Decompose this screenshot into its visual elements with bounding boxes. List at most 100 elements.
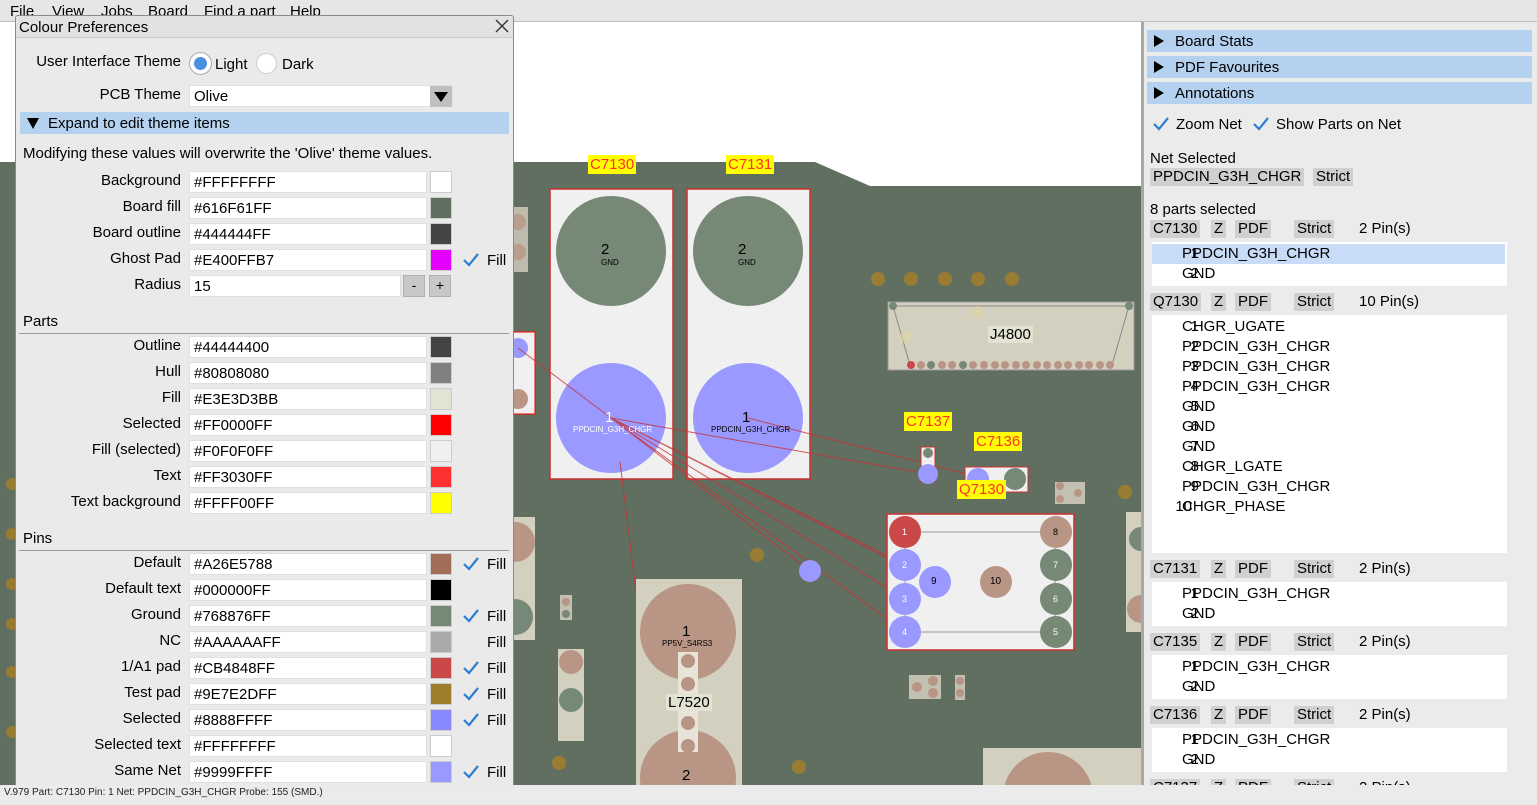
part-strict-button[interactable]: Strict bbox=[1294, 293, 1335, 311]
part-label-c7130[interactable]: C7130 bbox=[588, 155, 637, 174]
part-zoom-button[interactable]: Z bbox=[1211, 560, 1227, 578]
zoom-net-checkbox[interactable] bbox=[1150, 113, 1172, 135]
pin-row[interactable]: 2 GND bbox=[1152, 677, 1505, 697]
color-value-text-background[interactable]: #FFFF00FF bbox=[189, 492, 427, 514]
pin-row[interactable]: 6 GND bbox=[1152, 417, 1505, 437]
color-value-same-net[interactable]: #9999FFFF bbox=[189, 761, 427, 783]
fill-checkbox-ground[interactable] bbox=[460, 605, 482, 627]
part-name-tag[interactable]: C7130 bbox=[1150, 220, 1201, 238]
color-value-board-outline[interactable]: #444444FF bbox=[189, 223, 427, 245]
color-swatch-default[interactable] bbox=[430, 553, 452, 575]
part-name-tag[interactable]: C7131 bbox=[1150, 560, 1201, 578]
net-name-tag[interactable]: PPDCIN_G3H_CHGR bbox=[1150, 168, 1305, 186]
pin-row[interactable]: 2 GND bbox=[1152, 750, 1505, 770]
part-label-c7131[interactable]: C7131 bbox=[726, 155, 775, 174]
color-value-default-text[interactable]: #000000FF bbox=[189, 579, 427, 601]
expand-theme-items[interactable]: Expand to edit theme items bbox=[20, 112, 509, 134]
color-swatch-text[interactable] bbox=[430, 466, 452, 488]
part-strict-button[interactable]: Strict bbox=[1294, 220, 1335, 238]
part-zoom-button[interactable]: Z bbox=[1211, 706, 1227, 724]
part-zoom-button[interactable]: Z bbox=[1211, 633, 1227, 651]
section-board-stats[interactable]: Board Stats bbox=[1147, 30, 1532, 52]
fill-checkbox-test-pad[interactable] bbox=[460, 683, 482, 705]
color-swatch-1-a1-pad[interactable] bbox=[430, 657, 452, 679]
fill-checkbox-same-net[interactable] bbox=[460, 761, 482, 783]
pin-row[interactable]: 3 PPDCIN_G3H_CHGR bbox=[1152, 357, 1505, 377]
fill-checkbox-1-a1-pad[interactable] bbox=[460, 657, 482, 679]
color-swatch-text-background[interactable] bbox=[430, 492, 452, 514]
color-swatch-fill-selected-[interactable] bbox=[430, 440, 452, 462]
chevron-down-icon[interactable] bbox=[430, 86, 452, 107]
part-pdf-button[interactable]: PDF bbox=[1235, 220, 1271, 238]
section-pdf-favourites[interactable]: PDF Favourites bbox=[1147, 56, 1532, 78]
pin-row[interactable]: 1 PPDCIN_G3H_CHGR bbox=[1152, 657, 1505, 677]
part-zoom-button[interactable]: Z bbox=[1211, 220, 1227, 238]
pin-row[interactable]: 2 GND bbox=[1152, 604, 1505, 624]
color-value-default[interactable]: #A26E5788 bbox=[189, 553, 427, 575]
color-value-nc[interactable]: #AAAAAAFF bbox=[189, 631, 427, 653]
pin-row[interactable]: 1 PPDCIN_G3H_CHGR bbox=[1152, 244, 1505, 264]
part-name-tag[interactable]: C7136 bbox=[1150, 706, 1201, 724]
part-strict-button[interactable]: Strict bbox=[1294, 706, 1335, 724]
fill-checkbox-selected[interactable] bbox=[460, 709, 482, 731]
part-label-c7137[interactable]: C7137 bbox=[904, 412, 953, 431]
net-strict-button[interactable]: Strict bbox=[1313, 168, 1354, 186]
pcb-theme-select[interactable]: Olive bbox=[189, 85, 453, 107]
part-strict-button[interactable]: Strict bbox=[1294, 633, 1335, 651]
part-strict-button[interactable]: Strict bbox=[1294, 560, 1335, 578]
color-value-1-a1-pad[interactable]: #CB4848FF bbox=[189, 657, 427, 679]
color-swatch-outline[interactable] bbox=[430, 336, 452, 358]
color-swatch-selected[interactable] bbox=[430, 709, 452, 731]
part-label-j4800[interactable]: J4800 bbox=[988, 326, 1033, 343]
part-pdf-button[interactable]: PDF bbox=[1235, 633, 1271, 651]
pin-row[interactable]: 10 CHGR_PHASE bbox=[1152, 497, 1505, 517]
color-swatch-board-outline[interactable] bbox=[430, 223, 452, 245]
color-swatch-same-net[interactable] bbox=[430, 761, 452, 783]
part-pdf-button[interactable]: PDF bbox=[1235, 560, 1271, 578]
color-value-background[interactable]: #FFFFFFFF bbox=[189, 171, 427, 193]
part-label-c7136[interactable]: C7136 bbox=[974, 432, 1023, 451]
color-swatch-nc[interactable] bbox=[430, 631, 452, 653]
fill-checkbox-nc[interactable] bbox=[460, 631, 482, 653]
color-swatch-fill[interactable] bbox=[430, 388, 452, 410]
color-value-fill-selected-[interactable]: #F0F0F0FF bbox=[189, 440, 427, 462]
radius-input[interactable]: 15 bbox=[189, 275, 401, 297]
color-value-selected-text[interactable]: #FFFFFFFF bbox=[189, 735, 427, 757]
pin-row[interactable]: 1 CHGR_UGATE bbox=[1152, 317, 1505, 337]
color-value-selected[interactable]: #FF0000FF bbox=[189, 414, 427, 436]
part-label-q7130[interactable]: Q7130 bbox=[957, 480, 1007, 499]
theme-dark-radio[interactable] bbox=[256, 53, 277, 74]
pin-row[interactable]: 8 CHGR_LGATE bbox=[1152, 457, 1505, 477]
pin-row[interactable]: 9 PPDCIN_G3H_CHGR bbox=[1152, 477, 1505, 497]
part-name-tag[interactable]: C7135 bbox=[1150, 633, 1201, 651]
color-value-fill[interactable]: #E3E3D3BB bbox=[189, 388, 427, 410]
radius-decrement-button[interactable]: - bbox=[403, 275, 425, 297]
part-label-l7520[interactable]: L7520 bbox=[666, 694, 712, 711]
color-value-selected[interactable]: #8888FFFF bbox=[189, 709, 427, 731]
pin-row[interactable]: 4 PPDCIN_G3H_CHGR bbox=[1152, 377, 1505, 397]
part-name-tag[interactable]: Q7130 bbox=[1150, 293, 1202, 311]
color-swatch-selected[interactable] bbox=[430, 414, 452, 436]
pin-row[interactable]: 2 GND bbox=[1152, 264, 1505, 284]
color-swatch-test-pad[interactable] bbox=[430, 683, 452, 705]
color-swatch-selected-text[interactable] bbox=[430, 735, 452, 757]
part-pdf-button[interactable]: PDF bbox=[1235, 706, 1271, 724]
section-annotations[interactable]: Annotations bbox=[1147, 82, 1532, 104]
color-value-test-pad[interactable]: #9E7E2DFF bbox=[189, 683, 427, 705]
pin-row[interactable]: 2 PPDCIN_G3H_CHGR bbox=[1152, 337, 1505, 357]
part-pdf-button[interactable]: PDF bbox=[1235, 293, 1271, 311]
radius-increment-button[interactable]: + bbox=[429, 275, 451, 297]
part-zoom-button[interactable]: Z bbox=[1211, 293, 1227, 311]
color-swatch-ghost-pad[interactable] bbox=[430, 249, 452, 271]
close-icon[interactable] bbox=[494, 18, 510, 34]
pin-row[interactable]: 1 PPDCIN_G3H_CHGR bbox=[1152, 730, 1505, 750]
color-value-ground[interactable]: #768876FF bbox=[189, 605, 427, 627]
pin-row[interactable]: 5 GND bbox=[1152, 397, 1505, 417]
color-value-text[interactable]: #FF3030FF bbox=[189, 466, 427, 488]
color-value-hull[interactable]: #80808080 bbox=[189, 362, 427, 384]
theme-light-radio[interactable] bbox=[190, 53, 211, 74]
color-value-board-fill[interactable]: #616F61FF bbox=[189, 197, 427, 219]
show-parts-checkbox[interactable] bbox=[1250, 113, 1272, 135]
color-swatch-ground[interactable] bbox=[430, 605, 452, 627]
color-swatch-default-text[interactable] bbox=[430, 579, 452, 601]
